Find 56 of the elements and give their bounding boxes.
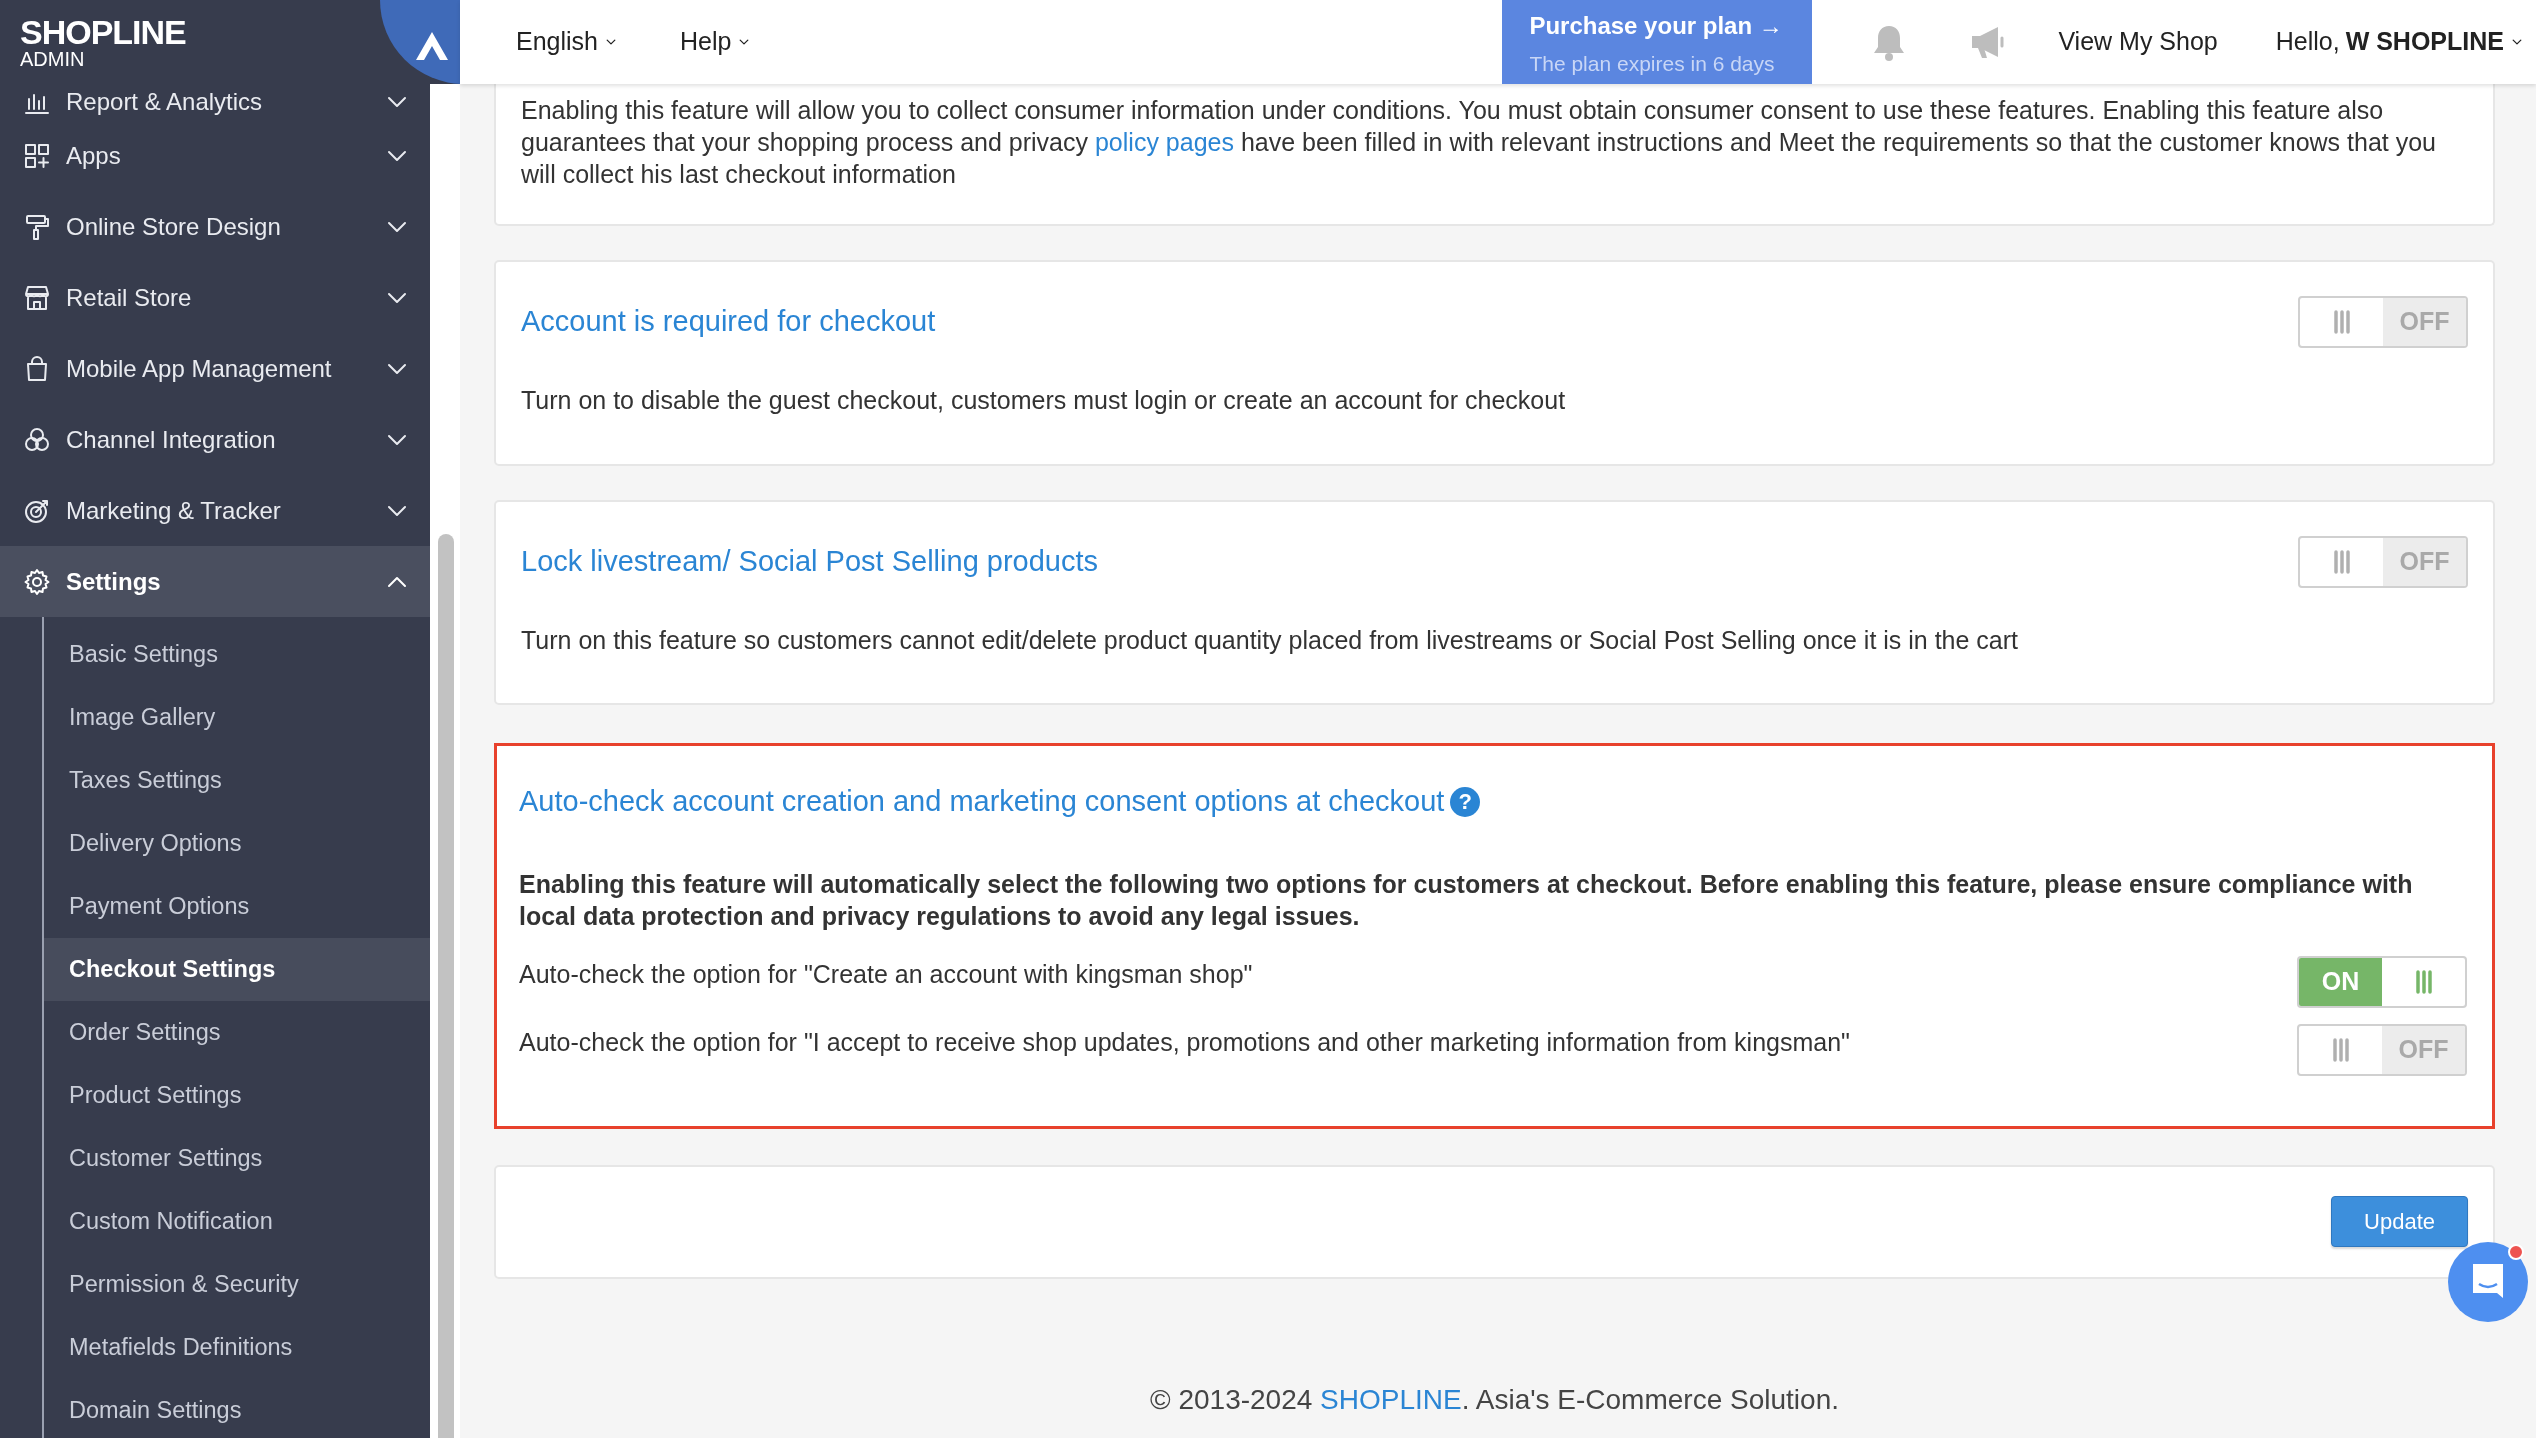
setting-title: Account is required for checkout (521, 304, 936, 340)
sidebar-subitem[interactable]: Checkout Settings (44, 938, 430, 1001)
policy-pages-link[interactable]: policy pages (1094, 128, 1234, 156)
chevron-down-icon (386, 95, 408, 109)
chevron-down-icon (386, 148, 408, 163)
purchase-plan-banner[interactable]: Purchase your plan → The plan expires in 6 days (1502, 0, 1813, 84)
notification-dot (2508, 1244, 2524, 1260)
option-label: Auto-check the option for "I accept to receive shop updates, promotions and other marketing information from kingsman" (519, 1026, 1850, 1058)
chevron-down-icon (386, 219, 408, 234)
footer-text: © 2013-2024 SHOPLINE. Asia's E-Commerce Solution. (1149, 1382, 1840, 1417)
sidebar-subitem[interactable]: Product Settings (44, 1064, 430, 1127)
setting-description: Turn on to disable the guest checkout, customers must login or create an account for checkout (521, 385, 1567, 416)
sidebar-item[interactable]: Report & Analytics (0, 84, 430, 120)
sidebar-subitem[interactable]: Taxes Settings (44, 749, 430, 812)
logo-subtitle: ADMIN (20, 49, 86, 69)
option-label: Auto-check the option for "Create an account with kingsman shop" (519, 958, 1253, 990)
shopline-link[interactable]: SHOPLINE (1320, 1383, 1462, 1415)
user-menu[interactable]: Hello, W SHOPLINE (2269, 22, 2530, 62)
sidebar-item[interactable]: Mobile App Management (0, 333, 430, 404)
sidebar-subitem[interactable]: Metafields Definitions (44, 1316, 430, 1379)
chevron-down-icon (386, 432, 408, 447)
language-menu[interactable]: English (510, 22, 624, 62)
sidebar-item[interactable]: Retail Store (0, 262, 430, 333)
setting-description: Enabling this feature will automatically select the following two options for customers at checkout. Before enabling this feature, please ensure compliance with local data protection and privacy regulations to avoid any legal issues. (519, 868, 2414, 932)
sidebar-subitem[interactable]: Order Settings (44, 1001, 430, 1064)
setting-title: Lock livestream/ Social Post Selling products (521, 543, 1099, 579)
sidebar-subitem[interactable]: Image Gallery (44, 686, 430, 749)
sidebar-subitem[interactable]: Custom Notification (44, 1190, 430, 1253)
grip-icon (2413, 969, 2434, 994)
sidebar-subitem[interactable]: Delivery Options (44, 812, 430, 875)
logo-text: SHOPLINE (20, 15, 186, 49)
sidebar-subitem[interactable]: Basic Settings (44, 623, 430, 686)
grip-icon (2331, 549, 2352, 574)
sidebar-subitem[interactable]: Payment Options (44, 875, 430, 938)
grip-icon (2331, 310, 2352, 334)
intro-paragraph: Enabling this feature will allow you to collect consumer information under conditions. You must obtain consumer consent to use these features. Enabling this feature also guarantees that your shopping process and privacy policy pages have been filled in with relevant instructions and Meet the requirements so that the customer knows that you will collect his last checkout information (521, 95, 2437, 190)
sidebar-item[interactable]: Online Store Design (0, 191, 430, 262)
gear-icon (22, 566, 52, 597)
sidebar-item[interactable]: Settings (0, 546, 430, 617)
chevron-down-icon (386, 503, 408, 518)
chevron-up-icon (386, 574, 408, 589)
chevron-down-icon (386, 361, 408, 376)
help-menu[interactable]: Help (674, 22, 758, 62)
help-icon[interactable]: ? (1450, 786, 1481, 817)
sidebar-item[interactable]: Marketing & Tracker (0, 475, 430, 546)
grip-icon (2330, 1037, 2351, 1062)
sidebar-item[interactable]: Apps (0, 120, 430, 191)
view-shop-link[interactable]: View My Shop (2058, 23, 2218, 61)
chevron-down-icon (386, 290, 408, 305)
setting-title: Auto-check account creation and marketing consent options at checkout (519, 784, 1445, 819)
sidebar-subitem[interactable]: Permission & Security (44, 1253, 430, 1316)
scrollbar-thumb[interactable] (438, 534, 454, 1438)
setting-description: Turn on this feature so customers cannot edit/delete product quantity placed from livestreams or Social Post Selling once it is in the cart (521, 624, 2020, 656)
sidebar-subitem[interactable]: Customer Settings (44, 1127, 430, 1190)
sidebar-subitem[interactable]: Domain Settings (44, 1379, 430, 1438)
sidebar-item[interactable]: Channel Integration (0, 404, 430, 475)
